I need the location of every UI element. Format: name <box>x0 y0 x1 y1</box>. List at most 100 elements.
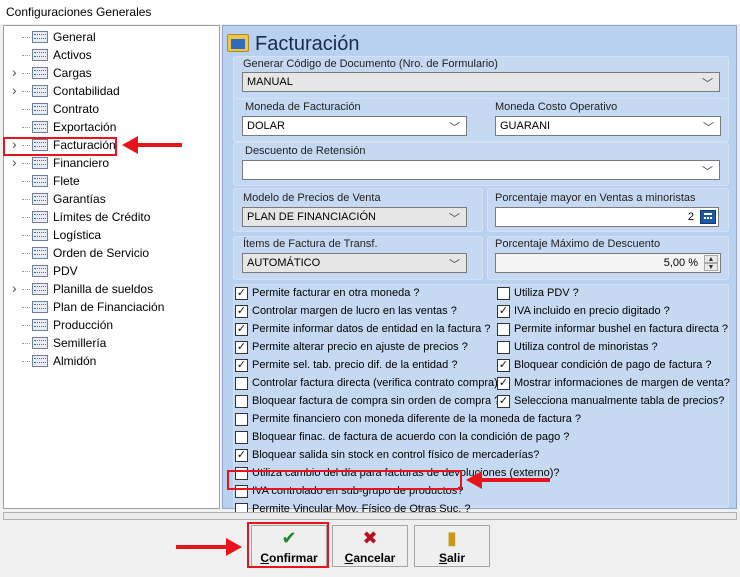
spinner[interactable]: ▲ ▼ <box>704 255 718 271</box>
spin-up-icon[interactable]: ▲ <box>704 255 718 263</box>
codigo-select[interactable]: MANUAL ﹀ <box>242 72 720 92</box>
moneda-costo-label: Moneda Costo Operativo <box>495 101 618 113</box>
modelo-precios-select[interactable]: PLAN DE FINANCIACIÓN ﹀ <box>242 207 467 227</box>
items-factura-select[interactable]: AUTOMÁTICO ﹀ <box>242 253 467 273</box>
checkbox-checked-icon[interactable]: ✓ <box>497 305 510 318</box>
grid-icon <box>32 247 48 259</box>
tree-connector <box>22 181 30 182</box>
red-arrow-icon <box>176 538 242 556</box>
tree-connector <box>22 55 30 56</box>
tree-item[interactable]: Exportación <box>4 118 219 136</box>
tree-item-label: Exportación <box>53 120 117 134</box>
checkbox-empty-icon[interactable] <box>235 377 248 390</box>
calculator-icon[interactable] <box>700 210 716 224</box>
option-label: Permite facturar en otra moneda ? <box>252 287 420 299</box>
checkbox-checked-icon[interactable]: ✓ <box>235 359 248 372</box>
chevron-down-icon: ﹀ <box>703 122 714 134</box>
tree-connector <box>22 325 30 326</box>
checkbox-empty-icon[interactable] <box>235 413 248 426</box>
tree-item-label: Financiero <box>53 156 110 170</box>
checkbox-checked-icon[interactable]: ✓ <box>235 305 248 318</box>
tree-item[interactable]: Plan de Financiación <box>4 298 219 316</box>
grid-icon <box>32 49 48 61</box>
grid-icon <box>32 265 48 277</box>
salir-label: Salir <box>438 551 466 565</box>
descuento-retension-select[interactable]: ﹀ <box>242 160 720 180</box>
porcentaje-max-value: 5,00 % <box>663 257 698 269</box>
porcentaje-mayor-value: 2 <box>687 211 694 223</box>
checkbox-checked-icon[interactable]: ✓ <box>497 395 510 408</box>
red-arrow-icon <box>122 136 182 154</box>
option-label: Mostrar informaciones de margen de venta… <box>514 377 730 389</box>
tree-connector <box>22 217 30 218</box>
codigo-value: MANUAL <box>247 76 293 88</box>
tree-connector <box>22 199 30 200</box>
tree-item-label: Orden de Servicio <box>53 246 150 260</box>
tree-item[interactable]: › Cargas <box>4 64 219 82</box>
tree-item[interactable]: Garantías <box>4 190 219 208</box>
salir-button[interactable]: ▮ Salir <box>414 525 490 567</box>
checkbox-checked-icon[interactable]: ✓ <box>235 323 248 336</box>
tree-item[interactable]: PDV <box>4 262 219 280</box>
tree-connector <box>22 253 30 254</box>
tree-connector <box>22 289 30 290</box>
tree-item[interactable]: › Financiero <box>4 154 219 172</box>
expand-chevron-icon[interactable]: › <box>12 64 17 80</box>
option-label: Permite sel. tab. precio dif. de la enti… <box>252 359 458 371</box>
expand-chevron-icon[interactable]: › <box>12 82 17 98</box>
grid-icon <box>32 211 48 223</box>
tree-item-label: Semillería <box>53 336 107 350</box>
porcentaje-max-input[interactable]: 5,00 % ▲ ▼ <box>495 253 721 273</box>
tree-item-label: Almidón <box>53 354 97 368</box>
tree-item[interactable]: Semillería <box>4 334 219 352</box>
cancelar-button[interactable]: ✖ Cancelar <box>332 525 408 567</box>
option-label: Bloquear factura de compra sin orden de … <box>252 395 501 407</box>
spin-down-icon[interactable]: ▼ <box>704 263 718 271</box>
tree-item[interactable]: Almidón <box>4 352 219 370</box>
tree-connector <box>22 37 30 38</box>
tree-connector <box>22 127 30 128</box>
tree-item-label: Activos <box>53 48 92 62</box>
tree-item[interactable]: Contrato <box>4 100 219 118</box>
moneda-facturacion-select[interactable]: DOLAR ﹀ <box>242 116 467 136</box>
cancelar-label: Cancelar <box>344 551 396 565</box>
tree-item[interactable]: Límites de Crédito <box>4 208 219 226</box>
expand-chevron-icon[interactable]: › <box>12 154 17 170</box>
option-label: Permite financiero con moneda diferente … <box>252 413 581 425</box>
checkbox-empty-icon[interactable] <box>497 287 510 300</box>
checkbox-empty-icon[interactable] <box>497 341 510 354</box>
grid-icon <box>32 157 48 169</box>
tree-item[interactable]: Logística <box>4 226 219 244</box>
checkbox-empty-icon[interactable] <box>235 395 248 408</box>
tree-item[interactable]: General <box>4 28 219 46</box>
expand-chevron-icon[interactable]: › <box>12 280 17 296</box>
checkbox-checked-icon[interactable]: ✓ <box>235 341 248 354</box>
tree-item[interactable]: Orden de Servicio <box>4 244 219 262</box>
option-label: Utiliza PDV ? <box>514 287 579 299</box>
tree-item[interactable]: › Planilla de sueldos <box>4 280 219 298</box>
option-label: Permite informar bushel en factura direc… <box>514 323 728 335</box>
moneda-costo-select[interactable]: GUARANI ﹀ <box>495 116 721 136</box>
checkbox-checked-icon[interactable]: ✓ <box>497 359 510 372</box>
folder-icon <box>227 34 249 52</box>
window-title: Configuraciones Generales <box>6 5 152 19</box>
checkbox-empty-icon[interactable] <box>235 431 248 444</box>
tree-item[interactable]: › Contabilidad <box>4 82 219 100</box>
settings-tree[interactable]: General Activos › Cargas › Contabilidad Contra… <box>3 25 220 509</box>
grid-icon <box>32 121 48 133</box>
grid-icon <box>32 67 48 79</box>
checkbox-checked-icon[interactable]: ✓ <box>497 377 510 390</box>
porcentaje-max-label: Porcentaje Máximo de Descuento <box>495 238 661 250</box>
option-label: Permite informar datos de entidad en la … <box>252 323 491 335</box>
tree-connector <box>22 163 30 164</box>
tree-item[interactable]: Activos <box>4 46 219 64</box>
window-title-bar: Configuraciones Generales <box>0 0 740 24</box>
checkbox-checked-icon[interactable]: ✓ <box>235 449 248 462</box>
checkbox-empty-icon[interactable] <box>497 323 510 336</box>
checkbox-checked-icon[interactable]: ✓ <box>235 287 248 300</box>
modelo-precios-value: PLAN DE FINANCIACIÓN <box>247 211 376 223</box>
porcentaje-mayor-input[interactable]: 2 <box>495 207 719 227</box>
tree-item[interactable]: Flete <box>4 172 219 190</box>
tree-item[interactable]: Producción <box>4 316 219 334</box>
chevron-down-icon: ﹀ <box>449 259 460 271</box>
